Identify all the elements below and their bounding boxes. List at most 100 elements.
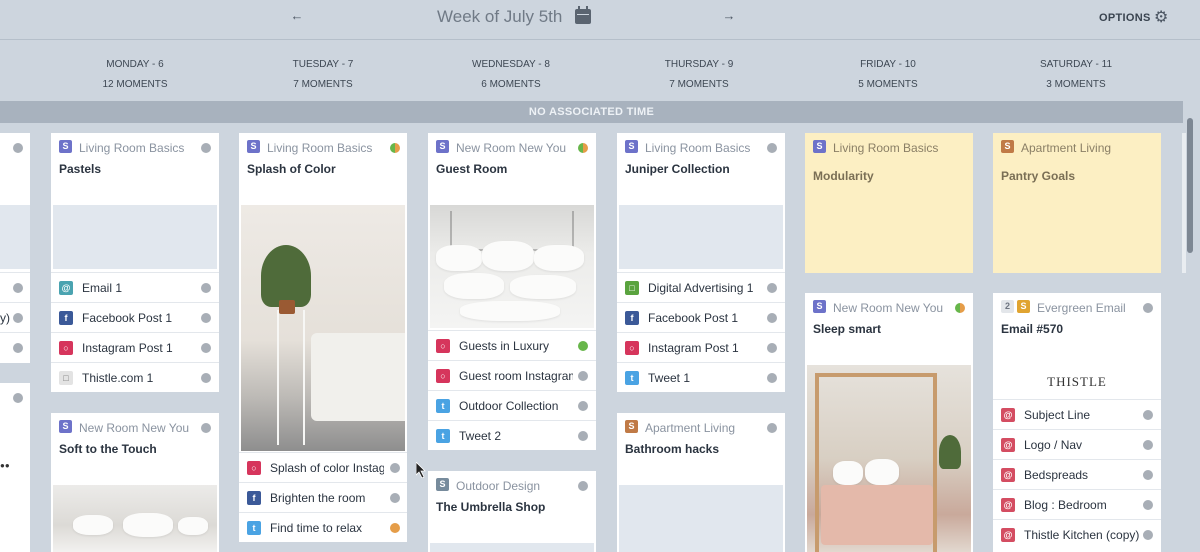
list-item[interactable]: ○ Guests in Luxury bbox=[428, 330, 596, 360]
media-placeholder bbox=[619, 205, 783, 269]
status-dot bbox=[767, 313, 777, 323]
moment-card-splash-of-color[interactable]: S Living Room Basics Splash of Color ○ Sp… bbox=[239, 133, 407, 542]
advertising-icon: □ bbox=[625, 281, 639, 295]
media-placeholder bbox=[53, 205, 217, 269]
list-item[interactable]: @ Logo / Nav bbox=[993, 429, 1161, 459]
twitter-icon: t bbox=[625, 371, 639, 385]
status-dot bbox=[390, 463, 400, 473]
email-icon: @ bbox=[1001, 438, 1015, 452]
list-item[interactable]: @ Blog : Bedroom bbox=[993, 489, 1161, 519]
facebook-icon: f bbox=[59, 311, 73, 325]
email-icon: @ bbox=[1001, 528, 1015, 542]
campaign-name: Living Room Basics bbox=[79, 141, 185, 155]
living-room-photo bbox=[241, 205, 405, 451]
list-item[interactable]: f Facebook Post 1 bbox=[617, 302, 785, 332]
campaign-name: Apartment Living bbox=[645, 421, 736, 435]
moment-card-pantry-goals[interactable]: S Apartment Living Pantry Goals bbox=[993, 133, 1161, 273]
list-item[interactable]: @ Bedspreads bbox=[993, 459, 1161, 489]
media-placeholder bbox=[619, 485, 783, 552]
day-header-tuesday: TUESDAY - 77 MOMENTS bbox=[292, 59, 354, 90]
strategy-badge: S bbox=[1017, 300, 1030, 313]
campaign-name: Apartment Living bbox=[1021, 141, 1112, 155]
status-dot bbox=[578, 431, 588, 441]
list-item[interactable]: t Tweet 1 bbox=[617, 362, 785, 392]
vertical-scrollbar[interactable] bbox=[1185, 100, 1195, 552]
status-dot bbox=[201, 283, 211, 293]
list-item[interactable]: ○ Guest room Instagram bbox=[428, 360, 596, 390]
list-item[interactable] bbox=[0, 332, 30, 362]
status-dot bbox=[13, 283, 23, 293]
instagram-icon: ○ bbox=[247, 461, 261, 475]
moment-title: Pantry Goals bbox=[1001, 169, 1076, 183]
list-item[interactable]: @ Subject Line bbox=[993, 399, 1161, 429]
moment-title: Email #570 bbox=[1001, 322, 1064, 336]
status-dot bbox=[1143, 470, 1153, 480]
strategy-badge: S bbox=[59, 140, 72, 153]
status-dot bbox=[390, 143, 400, 153]
strategy-badge: S bbox=[59, 420, 72, 433]
twitter-icon: t bbox=[436, 399, 450, 413]
instagram-icon: ○ bbox=[59, 341, 73, 355]
moment-card-umbrella-shop[interactable]: S Outdoor Design The Umbrella Shop bbox=[428, 471, 596, 552]
status-dot bbox=[955, 303, 965, 313]
partial-moment-card[interactable]: y) bbox=[0, 133, 30, 363]
moment-title: Modularity bbox=[813, 169, 874, 183]
facebook-icon: f bbox=[625, 311, 639, 325]
status-dot bbox=[1143, 440, 1153, 450]
social-icons: ●● bbox=[0, 461, 10, 470]
status-dot bbox=[767, 423, 777, 433]
moment-card-guest-room[interactable]: S New Room New You Guest Room ○ Guests in… bbox=[428, 133, 596, 450]
list-item[interactable]: y) bbox=[0, 302, 30, 332]
no-associated-time-bar: NO ASSOCIATED TIME bbox=[0, 101, 1183, 123]
list-item[interactable]: t Outdoor Collection bbox=[428, 390, 596, 420]
status-dot bbox=[201, 423, 211, 433]
status-dot bbox=[578, 341, 588, 351]
week-navigation-bar: ← Week of July 5th → OPTIONS ⚙ bbox=[0, 0, 1200, 40]
moment-card-email-570[interactable]: 2 S Evergreen Email Email #570 THISTLE @… bbox=[993, 293, 1161, 552]
status-dot bbox=[1143, 530, 1153, 540]
list-item[interactable]: ○ Instagram Post 1 bbox=[617, 332, 785, 362]
gear-icon[interactable]: ⚙ bbox=[1154, 10, 1168, 26]
scrollbar-thumb[interactable] bbox=[1187, 118, 1193, 253]
moment-card-soft-to-the-touch[interactable]: S New Room New You Soft to the Touch bbox=[51, 413, 219, 552]
list-item[interactable]: □ Thistle.com 1 bbox=[51, 362, 219, 392]
list-item[interactable]: □ Digital Advertising 1 bbox=[617, 272, 785, 302]
list-item[interactable]: f Brighten the room bbox=[239, 482, 407, 512]
media-placeholder bbox=[0, 205, 30, 269]
moment-card-pastels[interactable]: S Living Room Basics Pastels @ Email 1 fF… bbox=[51, 133, 219, 392]
day-header-wednesday: WEDNESDAY - 86 MOMENTS bbox=[472, 59, 550, 90]
moment-card-sleep-smart[interactable]: S New Room New You Sleep smart bbox=[805, 293, 973, 552]
instagram-icon: ○ bbox=[436, 339, 450, 353]
day-header-friday: FRIDAY - 10 5 MOMENTS bbox=[858, 59, 918, 90]
status-dot bbox=[767, 283, 777, 293]
moment-title: The Umbrella Shop bbox=[436, 500, 546, 514]
list-item[interactable]: ○ Instagram Post 1 bbox=[51, 332, 219, 362]
strategy-badge: S bbox=[436, 478, 449, 491]
calendar-icon[interactable] bbox=[575, 6, 591, 24]
status-dot bbox=[201, 373, 211, 383]
list-item[interactable]: @ Email 1 bbox=[51, 272, 219, 302]
day-header-saturday: SATURDAY - 11 3 MOMENTS bbox=[1039, 59, 1113, 90]
list-item[interactable]: t Find time to relax bbox=[239, 512, 407, 542]
campaign-name: New Room New You bbox=[833, 301, 944, 315]
moment-card-juniper-collection[interactable]: S Living Room Basics Juniper Collection … bbox=[617, 133, 785, 392]
twitter-icon: t bbox=[436, 429, 450, 443]
list-item[interactable]: @ Thistle Kitchen (copy) bbox=[993, 519, 1161, 549]
moment-card-bathroom-hacks[interactable]: S Apartment Living Bathroom hacks bbox=[617, 413, 785, 552]
status-dot bbox=[578, 401, 588, 411]
moment-card-modularity[interactable]: S Living Room Basics Modularity bbox=[805, 133, 973, 273]
moment-title: Juniper Collection bbox=[625, 162, 730, 176]
guest-room-photo bbox=[430, 205, 594, 328]
list-item[interactable]: t Tweet 2 bbox=[428, 420, 596, 450]
previous-week-arrow-icon[interactable]: ← bbox=[288, 8, 306, 23]
list-item[interactable] bbox=[0, 272, 30, 302]
list-item[interactable]: ○ Splash of color Instag bbox=[239, 452, 407, 482]
strategy-badge: S bbox=[625, 140, 638, 153]
campaign-name: New Room New You bbox=[456, 141, 567, 155]
partial-moment-card[interactable]: ●● bbox=[0, 383, 30, 552]
campaign-name: Outdoor Design bbox=[456, 479, 541, 493]
options-button[interactable]: OPTIONS bbox=[1099, 12, 1151, 24]
next-week-arrow-icon[interactable]: → bbox=[720, 8, 738, 23]
list-item[interactable]: f Facebook Post 1 bbox=[51, 302, 219, 332]
day-header-thursday: THURSDAY - 97 MOMENTS bbox=[664, 59, 734, 90]
